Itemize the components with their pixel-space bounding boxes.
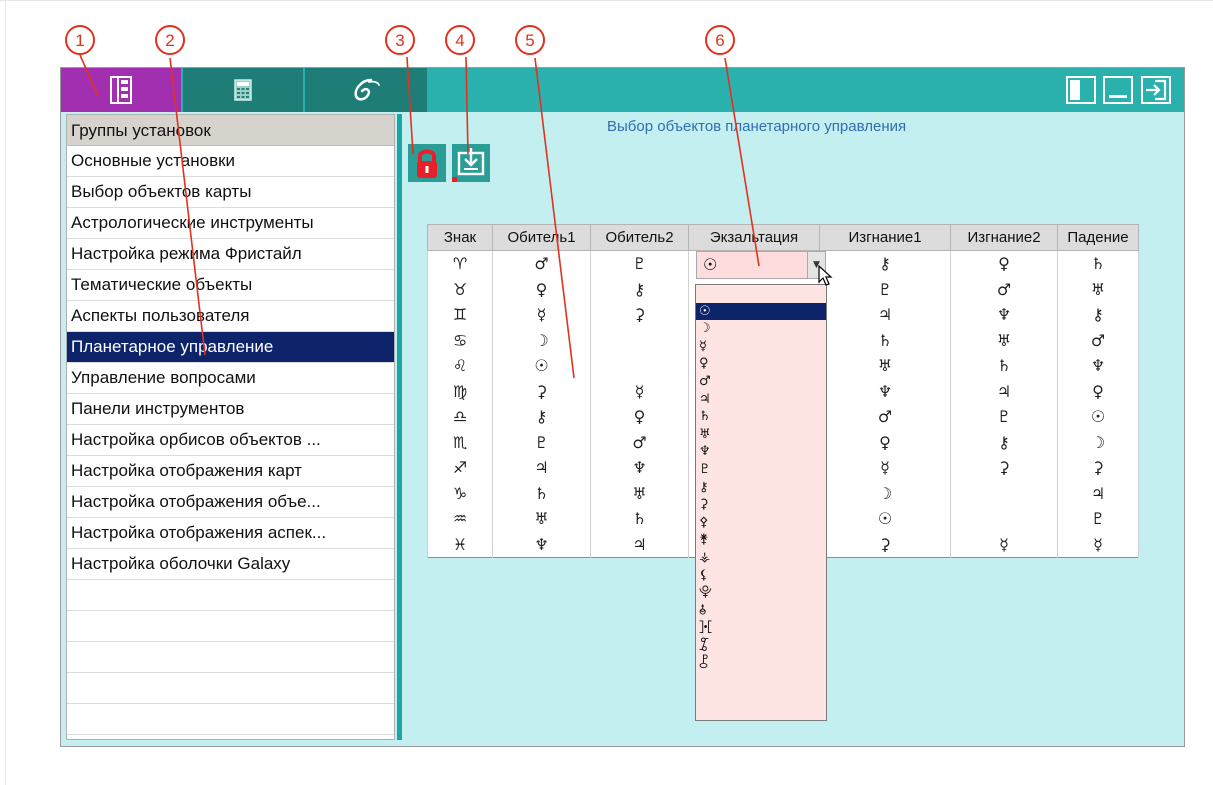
callout-number: 5: [525, 31, 534, 50]
callout-number: 2: [165, 31, 174, 50]
callout-number: 6: [715, 31, 724, 50]
callout-layer: 1 2 3 4 5 6: [65, 25, 760, 379]
callout-number: 4: [455, 31, 464, 50]
callout-number: 1: [75, 31, 84, 50]
callout-number: 3: [395, 31, 404, 50]
